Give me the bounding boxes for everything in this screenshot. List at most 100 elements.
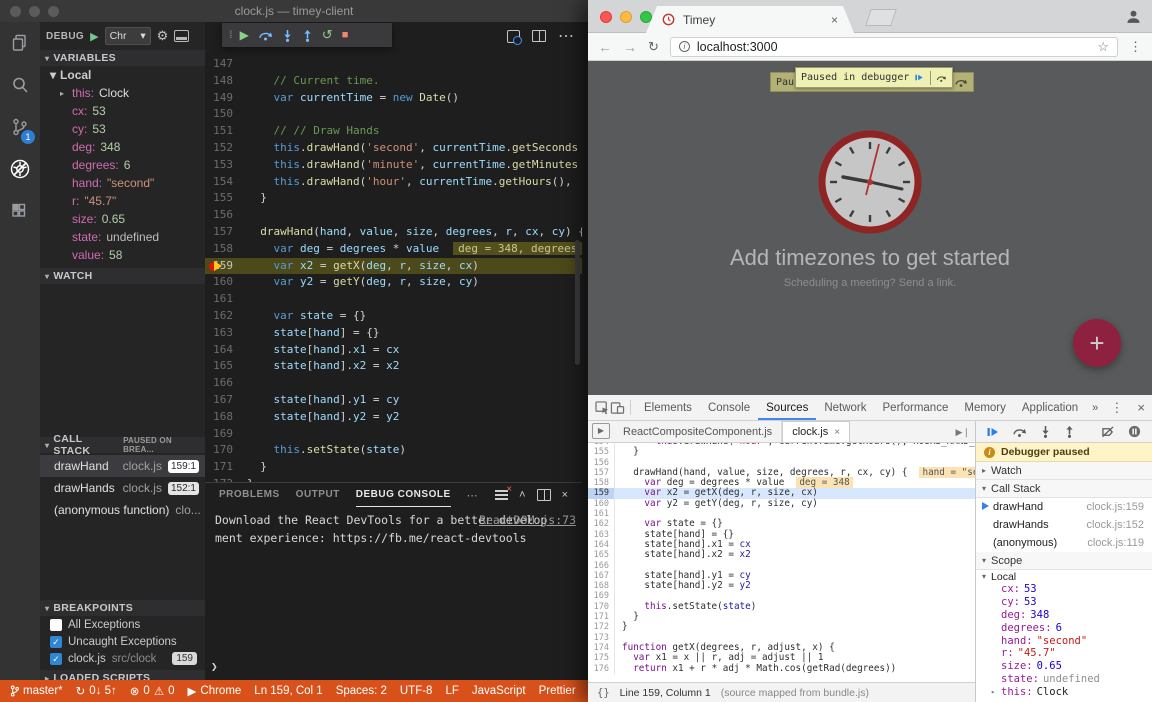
source-code-viewer[interactable]: 154 this.drawHand('hour', currentTime.ge…: [588, 443, 975, 677]
line-number[interactable]: 167: [205, 392, 247, 409]
callstack-frame[interactable]: drawHandsclock.js:152: [976, 516, 1152, 534]
bookmark-star-icon[interactable]: ☆: [1097, 39, 1109, 55]
pause-on-exceptions-icon[interactable]: [1128, 425, 1141, 438]
line-number[interactable]: 155: [205, 190, 247, 207]
variables-section-header[interactable]: ▾ VARIABLES: [40, 50, 205, 66]
breakpoint-row[interactable]: ✓Uncaught Exceptions: [40, 633, 205, 650]
loaded-scripts-section-header[interactable]: ▸ LOADED SCRIPTS: [40, 670, 205, 680]
variable-row[interactable]: cx:53: [40, 102, 205, 120]
debug-icon[interactable]: [0, 148, 40, 190]
browser-menu-icon[interactable]: ⋮: [1129, 39, 1142, 55]
zoom-window-button[interactable]: [640, 11, 652, 23]
panel-tab-output[interactable]: OUTPUT: [296, 484, 340, 507]
forward-button[interactable]: →: [623, 39, 637, 55]
console-source-link[interactable]: ReactDOM.js:73: [479, 513, 576, 527]
stop-button[interactable]: ■: [342, 29, 349, 41]
line-number[interactable]: 153: [205, 157, 247, 174]
tab-elements[interactable]: Elements: [636, 396, 700, 420]
device-toolbar-icon[interactable]: [610, 401, 625, 415]
debug-target-status[interactable]: ▶ Chrome: [188, 684, 242, 698]
scope-group[interactable]: ▾Local: [40, 66, 205, 84]
panel-more-icon[interactable]: ⋯: [467, 489, 478, 502]
git-branch-status[interactable]: master*: [10, 685, 63, 697]
deactivate-breakpoints-icon[interactable]: [1101, 426, 1115, 438]
window-controls[interactable]: [600, 11, 652, 23]
line-number[interactable]: 160: [205, 274, 247, 291]
scope-variable-row[interactable]: deg:348: [976, 609, 1152, 622]
scope-variable-row[interactable]: hand:"second": [976, 634, 1152, 647]
step-over-button[interactable]: [1012, 426, 1027, 437]
variable-row[interactable]: deg:348: [40, 138, 205, 156]
variable-row[interactable]: value:58: [40, 246, 205, 264]
line-number[interactable]: 152: [205, 140, 247, 157]
line-number[interactable]: 163: [588, 530, 615, 540]
cursor-position-status[interactable]: Ln 159, Col 1: [254, 685, 322, 697]
line-number[interactable]: 160: [588, 499, 615, 509]
resume-button[interactable]: [987, 426, 999, 438]
line-number[interactable]: 169: [205, 426, 247, 443]
line-number[interactable]: 156: [588, 458, 615, 468]
editor-more-actions-icon[interactable]: ⋯: [558, 26, 574, 46]
variable-row[interactable]: ▸this:Clock: [40, 84, 205, 102]
step-over-icon[interactable]: [954, 77, 968, 87]
tab-memory[interactable]: Memory: [956, 396, 1014, 420]
scope-section-header[interactable]: ▾ Scope: [976, 552, 1152, 570]
close-tab-icon[interactable]: ×: [831, 13, 838, 27]
code-editor[interactable]: 147148 // Current time.149 var currentTi…: [205, 22, 582, 482]
line-number[interactable]: 170: [205, 442, 247, 459]
extensions-icon[interactable]: [0, 190, 40, 232]
debug-configuration-select[interactable]: Chr ▾: [105, 27, 151, 45]
line-number[interactable]: 158: [205, 241, 247, 258]
close-file-tab-icon[interactable]: ×: [834, 427, 840, 438]
variable-row[interactable]: hand:"second": [40, 174, 205, 192]
resume-script-icon[interactable]: [915, 72, 923, 83]
add-timezone-fab[interactable]: +: [1073, 319, 1121, 367]
panel-tab-problems[interactable]: PROBLEMS: [219, 484, 280, 507]
line-number[interactable]: 168: [588, 581, 615, 591]
language-status[interactable]: JavaScript: [472, 685, 526, 697]
step-over-icon[interactable]: [936, 73, 947, 83]
explorer-icon[interactable]: [0, 22, 40, 64]
line-number[interactable]: 171: [205, 459, 247, 476]
line-number[interactable]: 165: [588, 550, 615, 560]
split-editor-icon[interactable]: [532, 30, 546, 42]
step-over-button[interactable]: [258, 29, 273, 41]
callstack-section-header[interactable]: ▾ Call Stack: [976, 480, 1152, 498]
problems-status[interactable]: ⊗ 0 ⚠ 0: [130, 684, 175, 698]
line-number[interactable]: 164: [205, 342, 247, 359]
panel-tab-debug-console[interactable]: DEBUG CONSOLE: [356, 484, 451, 507]
tab-network[interactable]: Network: [816, 396, 874, 420]
encoding-status[interactable]: UTF-8: [400, 685, 433, 697]
toggle-navigator-icon[interactable]: ▶: [592, 423, 610, 439]
back-button[interactable]: ←: [598, 39, 612, 55]
file-tab[interactable]: clock.js×: [782, 421, 850, 442]
breakpoint-checkbox[interactable]: ✓: [50, 636, 62, 648]
variable-row[interactable]: cy:53: [40, 120, 205, 138]
step-into-button[interactable]: [1040, 425, 1051, 438]
new-tab-button[interactable]: [865, 9, 897, 26]
close-devtools-icon[interactable]: ×: [1137, 400, 1145, 415]
line-number[interactable]: 151: [205, 123, 247, 140]
editor-scrollbar[interactable]: [575, 240, 580, 365]
site-info-icon[interactable]: i: [679, 41, 690, 52]
line-number[interactable]: 175: [588, 653, 615, 663]
line-number[interactable]: 172: [588, 622, 615, 632]
devtools-menu-icon[interactable]: ⋮: [1110, 400, 1123, 416]
search-icon[interactable]: [0, 64, 40, 106]
line-number[interactable]: 168: [205, 409, 247, 426]
breakpoints-section-header[interactable]: ▾ BREAKPOINTS: [40, 600, 205, 616]
pretty-print-icon[interactable]: {}: [597, 687, 610, 699]
step-out-button[interactable]: [1064, 425, 1075, 438]
scope-variable-row[interactable]: state:undefined: [976, 673, 1152, 686]
tab-overflow-icon[interactable]: ▶❘: [956, 427, 970, 438]
step-out-button[interactable]: [302, 29, 313, 42]
line-number[interactable]: 174: [588, 643, 615, 653]
toggle-debug-console-icon[interactable]: [174, 30, 189, 42]
line-number[interactable]: 165: [205, 358, 247, 375]
variable-row[interactable]: size:0.65: [40, 210, 205, 228]
line-number[interactable]: 176: [588, 664, 615, 674]
line-number[interactable]: 156: [205, 207, 247, 224]
line-number[interactable]: 159: [205, 258, 247, 275]
line-number[interactable]: 163: [205, 325, 247, 342]
line-number[interactable]: 166: [588, 561, 615, 571]
